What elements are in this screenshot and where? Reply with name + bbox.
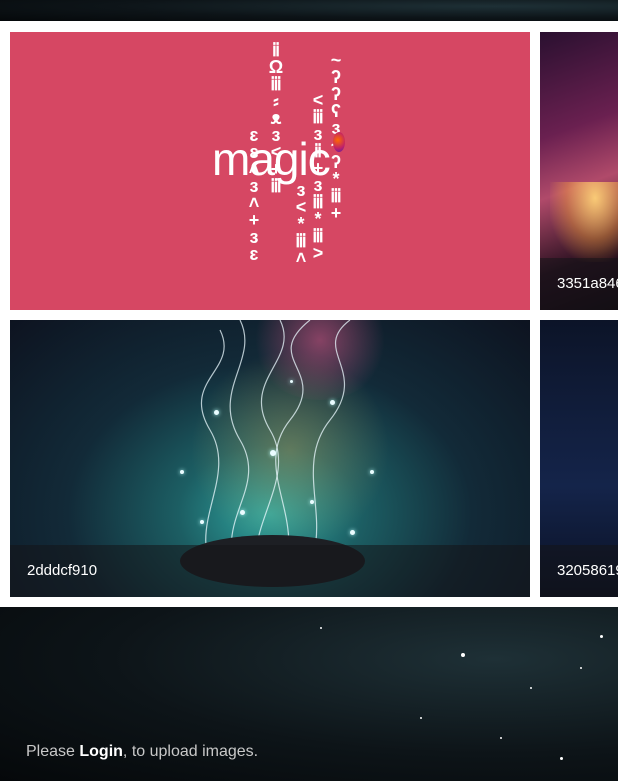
image-grid: magic ɛ ɛ ˄ ɜ ˄ + ɜ ɛ ⅱ Ωⅲ ⸗ ᴥ ɜ ˂ + ⅲ ɜ ˂ * ⅲ ˄ ˂ ⅲ ɜ ⅱ + ɜ ⅲ * ⅲ… [0, 21, 618, 607]
image-card-book[interactable]: 3351a846 [540, 32, 618, 310]
star [530, 687, 532, 689]
sparkle [214, 410, 219, 415]
sparkle [240, 510, 245, 515]
image-caption: 3351a846 [540, 258, 618, 310]
upload-login-prompt: Please Login, to upload images. [26, 743, 258, 761]
star [420, 717, 422, 719]
sparkle [370, 470, 374, 474]
login-prompt-prefix: Please [26, 743, 80, 760]
image-caption: 2dddcf910 [10, 545, 530, 597]
sparkle [350, 530, 355, 535]
sparkle [310, 500, 314, 504]
magic-glyph-column: ɛ ɛ ˄ ɜ ˄ + ɜ ɛ [248, 125, 260, 264]
gem-icon [333, 132, 345, 152]
image-card-wisps[interactable]: 2dddcf910 [10, 320, 530, 597]
image-card-blue[interactable]: 32058619 [540, 320, 618, 597]
sparkle [180, 470, 184, 474]
star [560, 757, 563, 760]
image-caption: 32058619 [540, 545, 618, 597]
sparkle [330, 400, 335, 405]
login-link[interactable]: Login [79, 743, 123, 760]
star [500, 737, 502, 739]
sparkle [270, 450, 276, 456]
star [461, 653, 465, 657]
magic-glyph-column: ˂ ⅲ ɜ ⅱ + ɜ ⅲ * ⅲ ˃ [312, 90, 324, 263]
sparkle [290, 380, 293, 383]
login-prompt-suffix: , to upload images. [122, 743, 259, 760]
header-starfield-band [0, 0, 618, 21]
book-glow [550, 182, 618, 262]
star [600, 635, 603, 638]
star [580, 667, 582, 669]
image-card-magic[interactable]: magic ɛ ɛ ˄ ɜ ˄ + ɜ ɛ ⅱ Ωⅲ ⸗ ᴥ ɜ ˂ + ⅲ ɜ ˂ * ⅲ ˄ ˂ ⅲ ɜ ⅱ + ɜ ⅲ * ⅲ… [10, 32, 530, 310]
magic-glyph-column: ɜ ˂ * ⅲ ˄ [295, 180, 307, 268]
sparkle [200, 520, 204, 524]
magic-glyph-column: ⅱ Ωⅲ ⸗ ᴥ ɜ ˂ + ⅲ [268, 40, 284, 196]
star [320, 627, 322, 629]
